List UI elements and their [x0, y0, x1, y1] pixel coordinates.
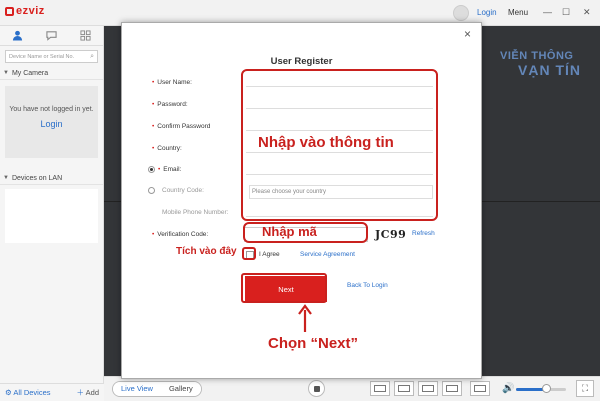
- login-link[interactable]: Login: [477, 8, 497, 17]
- stop-record-button[interactable]: [308, 380, 325, 397]
- country-label: • Country:: [152, 145, 182, 152]
- not-logged-in-text: You have not logged in yet.: [9, 106, 94, 113]
- live-view-tab[interactable]: Live View: [113, 382, 161, 396]
- bottom-toolbar: Live View Gallery 🔊 ⛶: [104, 376, 600, 401]
- minimize-icon[interactable]: —: [543, 7, 552, 17]
- watermark-line-2: VẠN TÍN: [518, 62, 581, 78]
- annotation-next-box: [241, 273, 327, 303]
- email-radio[interactable]: [148, 166, 155, 173]
- confirm-password-label-text: Confirm Password: [157, 123, 211, 130]
- view-switcher: Live View Gallery: [112, 381, 202, 397]
- collapse-triangle-icon: ▼: [3, 175, 9, 181]
- country-label-text: Country:: [157, 145, 182, 152]
- grid-icon: [80, 30, 91, 41]
- user-tab-icon[interactable]: [0, 26, 34, 45]
- annotation-checkbox-box: [242, 247, 256, 260]
- search-icon[interactable]: ⌕: [90, 53, 94, 61]
- add-label: Add: [85, 388, 99, 397]
- all-devices-button[interactable]: ⚙ All Devices: [5, 388, 51, 397]
- sidebar-login-link[interactable]: Login: [5, 119, 98, 129]
- layout-4-button[interactable]: [394, 381, 414, 396]
- layout-icon: [446, 385, 458, 392]
- chat-bubble-icon: [46, 31, 57, 41]
- layout-icon: [422, 385, 434, 392]
- layout-icon: [374, 385, 386, 392]
- devices-lan-label: Devices on LAN: [11, 174, 63, 182]
- not-logged-in-panel: You have not logged in yet. Login: [5, 86, 98, 158]
- annotation-enter-info: Nhập vào thông tin: [258, 134, 394, 151]
- watermark: VIỄN THÔNG VẠN TÍN: [500, 50, 581, 78]
- layout-1-button[interactable]: [370, 381, 390, 396]
- password-label: • Password:: [152, 101, 188, 108]
- search-placeholder: Device Name or Serial No.: [9, 53, 75, 60]
- maximize-icon[interactable]: ☐: [562, 7, 570, 18]
- agree-label: I Agree: [259, 251, 280, 258]
- message-tab-icon[interactable]: [34, 26, 68, 45]
- devices-lan-header[interactable]: ▼ Devices on LAN: [0, 172, 103, 185]
- fullscreen-icon[interactable]: ⛶: [576, 380, 594, 397]
- service-agreement-link[interactable]: Service Agreement: [300, 251, 355, 258]
- back-to-login-link[interactable]: Back To Login: [347, 282, 388, 289]
- captcha-image: JC99: [375, 228, 407, 241]
- verification-label: • Verification Code:: [152, 231, 209, 238]
- password-label-text: Password:: [157, 101, 188, 108]
- close-window-icon[interactable]: ✕: [583, 7, 591, 18]
- my-camera-header[interactable]: ▼ My Camera: [0, 67, 103, 80]
- mobile-phone-label: Mobile Phone Number:: [162, 209, 229, 216]
- speaker-icon[interactable]: 🔊: [502, 383, 514, 394]
- avatar[interactable]: [453, 5, 469, 21]
- add-device-button[interactable]: ＋ Add: [76, 387, 99, 398]
- sidebar-tabs: [0, 26, 103, 46]
- country-code-label: Country Code:: [162, 187, 204, 194]
- watermark-line-1: VIỄN THÔNG: [500, 50, 574, 62]
- device-search-input[interactable]: Device Name or Serial No. ⌕: [5, 50, 98, 63]
- email-label-text: Email:: [163, 166, 182, 173]
- annotation-enter-code: Nhập mã: [262, 224, 317, 239]
- ezviz-logo: ezviz: [5, 5, 45, 17]
- collapse-triangle-icon: ▼: [3, 70, 9, 76]
- layout-icon: [398, 385, 410, 392]
- lan-device-list: [5, 189, 98, 243]
- gallery-tab[interactable]: Gallery: [160, 382, 201, 396]
- layout-9-button[interactable]: [418, 381, 438, 396]
- stop-icon: [313, 385, 320, 392]
- verification-label-text: Verification Code:: [157, 231, 209, 238]
- username-label: • User Name:: [152, 79, 192, 86]
- annotation-choose-next: Chọn “Next”: [268, 335, 358, 352]
- layout-custom-button[interactable]: [470, 381, 490, 396]
- all-devices-label: All Devices: [13, 388, 51, 397]
- phone-radio[interactable]: [148, 187, 155, 194]
- confirm-password-label: • Confirm Password: [152, 123, 211, 130]
- my-camera-label: My Camera: [11, 69, 49, 77]
- sidebar-footer: ⚙ All Devices ＋ Add: [0, 383, 104, 401]
- annotation-tick-here: Tích vào đây: [176, 246, 237, 257]
- dialog-title: User Register: [270, 56, 333, 67]
- menu-button[interactable]: Menu: [508, 8, 528, 17]
- email-label: • Email:: [158, 166, 182, 173]
- ezviz-logo-icon: [5, 6, 14, 16]
- layout-icon: [474, 385, 486, 392]
- close-icon[interactable]: ×: [464, 27, 471, 41]
- annotation-arrow-icon: [298, 304, 312, 332]
- sidebar: Device Name or Serial No. ⌕ ▼ My Camera …: [0, 26, 104, 383]
- volume-knob[interactable]: [542, 384, 551, 393]
- refresh-captcha-link[interactable]: Refresh: [412, 230, 435, 237]
- brand-name: ezviz: [16, 5, 45, 17]
- layout-16-button[interactable]: [442, 381, 462, 396]
- volume-slider[interactable]: [516, 384, 566, 393]
- username-label-text: User Name:: [157, 79, 192, 86]
- grid-tab-icon[interactable]: [69, 26, 103, 45]
- person-icon: [12, 30, 22, 41]
